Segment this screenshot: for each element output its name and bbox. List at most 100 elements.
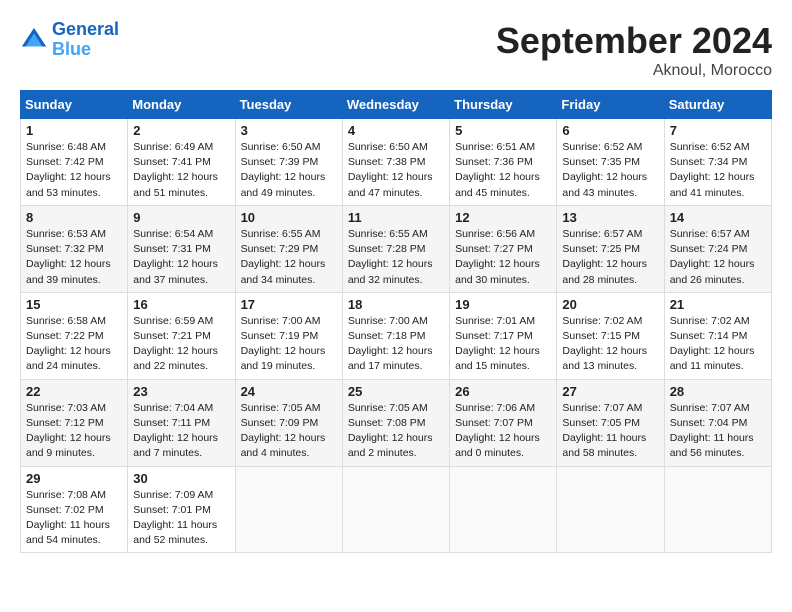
- day-number: 5: [455, 123, 551, 138]
- header-saturday: Saturday: [664, 91, 771, 119]
- day-info: Sunrise: 6:57 AM Sunset: 7:24 PM Dayligh…: [670, 227, 766, 288]
- header-sunday: Sunday: [21, 91, 128, 119]
- calendar-cell: [235, 466, 342, 553]
- day-number: 30: [133, 471, 229, 486]
- calendar-cell: 24 Sunrise: 7:05 AM Sunset: 7:09 PM Dayl…: [235, 379, 342, 466]
- day-info: Sunrise: 6:55 AM Sunset: 7:29 PM Dayligh…: [241, 227, 337, 288]
- sunset-label: Sunset: 7:38 PM: [348, 156, 426, 168]
- daylight-label: Daylight: 12 hours and 13 minutes.: [562, 345, 647, 372]
- sunrise-label: Sunrise: 6:57 AM: [670, 228, 750, 240]
- sunrise-label: Sunrise: 6:57 AM: [562, 228, 642, 240]
- day-info: Sunrise: 6:54 AM Sunset: 7:31 PM Dayligh…: [133, 227, 229, 288]
- day-info: Sunrise: 7:02 AM Sunset: 7:14 PM Dayligh…: [670, 314, 766, 375]
- day-info: Sunrise: 7:06 AM Sunset: 7:07 PM Dayligh…: [455, 401, 551, 462]
- day-info: Sunrise: 6:52 AM Sunset: 7:34 PM Dayligh…: [670, 140, 766, 201]
- sunset-label: Sunset: 7:28 PM: [348, 243, 426, 255]
- day-info: Sunrise: 7:03 AM Sunset: 7:12 PM Dayligh…: [26, 401, 122, 462]
- daylight-label: Daylight: 12 hours and 45 minutes.: [455, 171, 540, 198]
- sunset-label: Sunset: 7:34 PM: [670, 156, 748, 168]
- sunset-label: Sunset: 7:02 PM: [26, 504, 104, 516]
- logo-general: General: [52, 19, 119, 39]
- daylight-label: Daylight: 12 hours and 2 minutes.: [348, 432, 433, 459]
- day-number: 18: [348, 297, 444, 312]
- calendar-cell: 18 Sunrise: 7:00 AM Sunset: 7:18 PM Dayl…: [342, 292, 449, 379]
- sunset-label: Sunset: 7:21 PM: [133, 330, 211, 342]
- daylight-label: Daylight: 12 hours and 39 minutes.: [26, 258, 111, 285]
- calendar-cell: 14 Sunrise: 6:57 AM Sunset: 7:24 PM Dayl…: [664, 205, 771, 292]
- day-info: Sunrise: 7:00 AM Sunset: 7:18 PM Dayligh…: [348, 314, 444, 375]
- sunset-label: Sunset: 7:32 PM: [26, 243, 104, 255]
- day-info: Sunrise: 6:49 AM Sunset: 7:41 PM Dayligh…: [133, 140, 229, 201]
- sunset-label: Sunset: 7:22 PM: [26, 330, 104, 342]
- month-title: September 2024: [496, 20, 772, 62]
- day-info: Sunrise: 7:04 AM Sunset: 7:11 PM Dayligh…: [133, 401, 229, 462]
- calendar-cell: 17 Sunrise: 7:00 AM Sunset: 7:19 PM Dayl…: [235, 292, 342, 379]
- sunset-label: Sunset: 7:18 PM: [348, 330, 426, 342]
- day-info: Sunrise: 6:52 AM Sunset: 7:35 PM Dayligh…: [562, 140, 658, 201]
- sunrise-label: Sunrise: 6:51 AM: [455, 141, 535, 153]
- day-info: Sunrise: 7:05 AM Sunset: 7:09 PM Dayligh…: [241, 401, 337, 462]
- calendar-cell: 2 Sunrise: 6:49 AM Sunset: 7:41 PM Dayli…: [128, 119, 235, 206]
- daylight-label: Daylight: 11 hours and 54 minutes.: [26, 519, 110, 546]
- daylight-label: Daylight: 12 hours and 9 minutes.: [26, 432, 111, 459]
- day-number: 9: [133, 210, 229, 225]
- calendar-cell: 6 Sunrise: 6:52 AM Sunset: 7:35 PM Dayli…: [557, 119, 664, 206]
- calendar-cell: 19 Sunrise: 7:01 AM Sunset: 7:17 PM Dayl…: [450, 292, 557, 379]
- day-info: Sunrise: 6:57 AM Sunset: 7:25 PM Dayligh…: [562, 227, 658, 288]
- day-number: 25: [348, 384, 444, 399]
- sunrise-label: Sunrise: 6:54 AM: [133, 228, 213, 240]
- day-number: 3: [241, 123, 337, 138]
- daylight-label: Daylight: 11 hours and 56 minutes.: [670, 432, 754, 459]
- daylight-label: Daylight: 12 hours and 15 minutes.: [455, 345, 540, 372]
- daylight-label: Daylight: 12 hours and 43 minutes.: [562, 171, 647, 198]
- calendar-cell: 7 Sunrise: 6:52 AM Sunset: 7:34 PM Dayli…: [664, 119, 771, 206]
- day-number: 23: [133, 384, 229, 399]
- day-number: 4: [348, 123, 444, 138]
- calendar-cell: 27 Sunrise: 7:07 AM Sunset: 7:05 PM Dayl…: [557, 379, 664, 466]
- sunrise-label: Sunrise: 6:50 AM: [241, 141, 321, 153]
- day-number: 26: [455, 384, 551, 399]
- sunset-label: Sunset: 7:15 PM: [562, 330, 640, 342]
- calendar-cell: 3 Sunrise: 6:50 AM Sunset: 7:39 PM Dayli…: [235, 119, 342, 206]
- sunrise-label: Sunrise: 6:55 AM: [348, 228, 428, 240]
- day-info: Sunrise: 7:09 AM Sunset: 7:01 PM Dayligh…: [133, 488, 229, 549]
- daylight-label: Daylight: 11 hours and 52 minutes.: [133, 519, 217, 546]
- calendar-cell: 10 Sunrise: 6:55 AM Sunset: 7:29 PM Dayl…: [235, 205, 342, 292]
- sunrise-label: Sunrise: 7:07 AM: [562, 402, 642, 414]
- sunset-label: Sunset: 7:05 PM: [562, 417, 640, 429]
- sunrise-label: Sunrise: 6:56 AM: [455, 228, 535, 240]
- daylight-label: Daylight: 12 hours and 28 minutes.: [562, 258, 647, 285]
- calendar-cell: 25 Sunrise: 7:05 AM Sunset: 7:08 PM Dayl…: [342, 379, 449, 466]
- daylight-label: Daylight: 12 hours and 49 minutes.: [241, 171, 326, 198]
- day-number: 11: [348, 210, 444, 225]
- header-thursday: Thursday: [450, 91, 557, 119]
- calendar-table: Sunday Monday Tuesday Wednesday Thursday…: [20, 90, 772, 553]
- day-number: 8: [26, 210, 122, 225]
- day-info: Sunrise: 7:02 AM Sunset: 7:15 PM Dayligh…: [562, 314, 658, 375]
- daylight-label: Daylight: 12 hours and 22 minutes.: [133, 345, 218, 372]
- day-info: Sunrise: 7:05 AM Sunset: 7:08 PM Dayligh…: [348, 401, 444, 462]
- sunset-label: Sunset: 7:11 PM: [133, 417, 210, 429]
- sunrise-label: Sunrise: 6:59 AM: [133, 315, 213, 327]
- calendar-cell: 21 Sunrise: 7:02 AM Sunset: 7:14 PM Dayl…: [664, 292, 771, 379]
- logo: General Blue: [20, 20, 119, 60]
- location-title: Aknoul, Morocco: [496, 62, 772, 80]
- day-number: 2: [133, 123, 229, 138]
- day-info: Sunrise: 6:59 AM Sunset: 7:21 PM Dayligh…: [133, 314, 229, 375]
- day-info: Sunrise: 7:08 AM Sunset: 7:02 PM Dayligh…: [26, 488, 122, 549]
- header-tuesday: Tuesday: [235, 91, 342, 119]
- sunrise-label: Sunrise: 7:06 AM: [455, 402, 535, 414]
- header-friday: Friday: [557, 91, 664, 119]
- calendar-cell: 29 Sunrise: 7:08 AM Sunset: 7:02 PM Dayl…: [21, 466, 128, 553]
- day-number: 1: [26, 123, 122, 138]
- logo-icon: [20, 26, 48, 54]
- sunrise-label: Sunrise: 7:02 AM: [670, 315, 750, 327]
- day-number: 21: [670, 297, 766, 312]
- day-number: 28: [670, 384, 766, 399]
- daylight-label: Daylight: 12 hours and 7 minutes.: [133, 432, 218, 459]
- day-number: 17: [241, 297, 337, 312]
- sunrise-label: Sunrise: 6:52 AM: [562, 141, 642, 153]
- daylight-label: Daylight: 12 hours and 26 minutes.: [670, 258, 755, 285]
- day-number: 12: [455, 210, 551, 225]
- day-info: Sunrise: 7:00 AM Sunset: 7:19 PM Dayligh…: [241, 314, 337, 375]
